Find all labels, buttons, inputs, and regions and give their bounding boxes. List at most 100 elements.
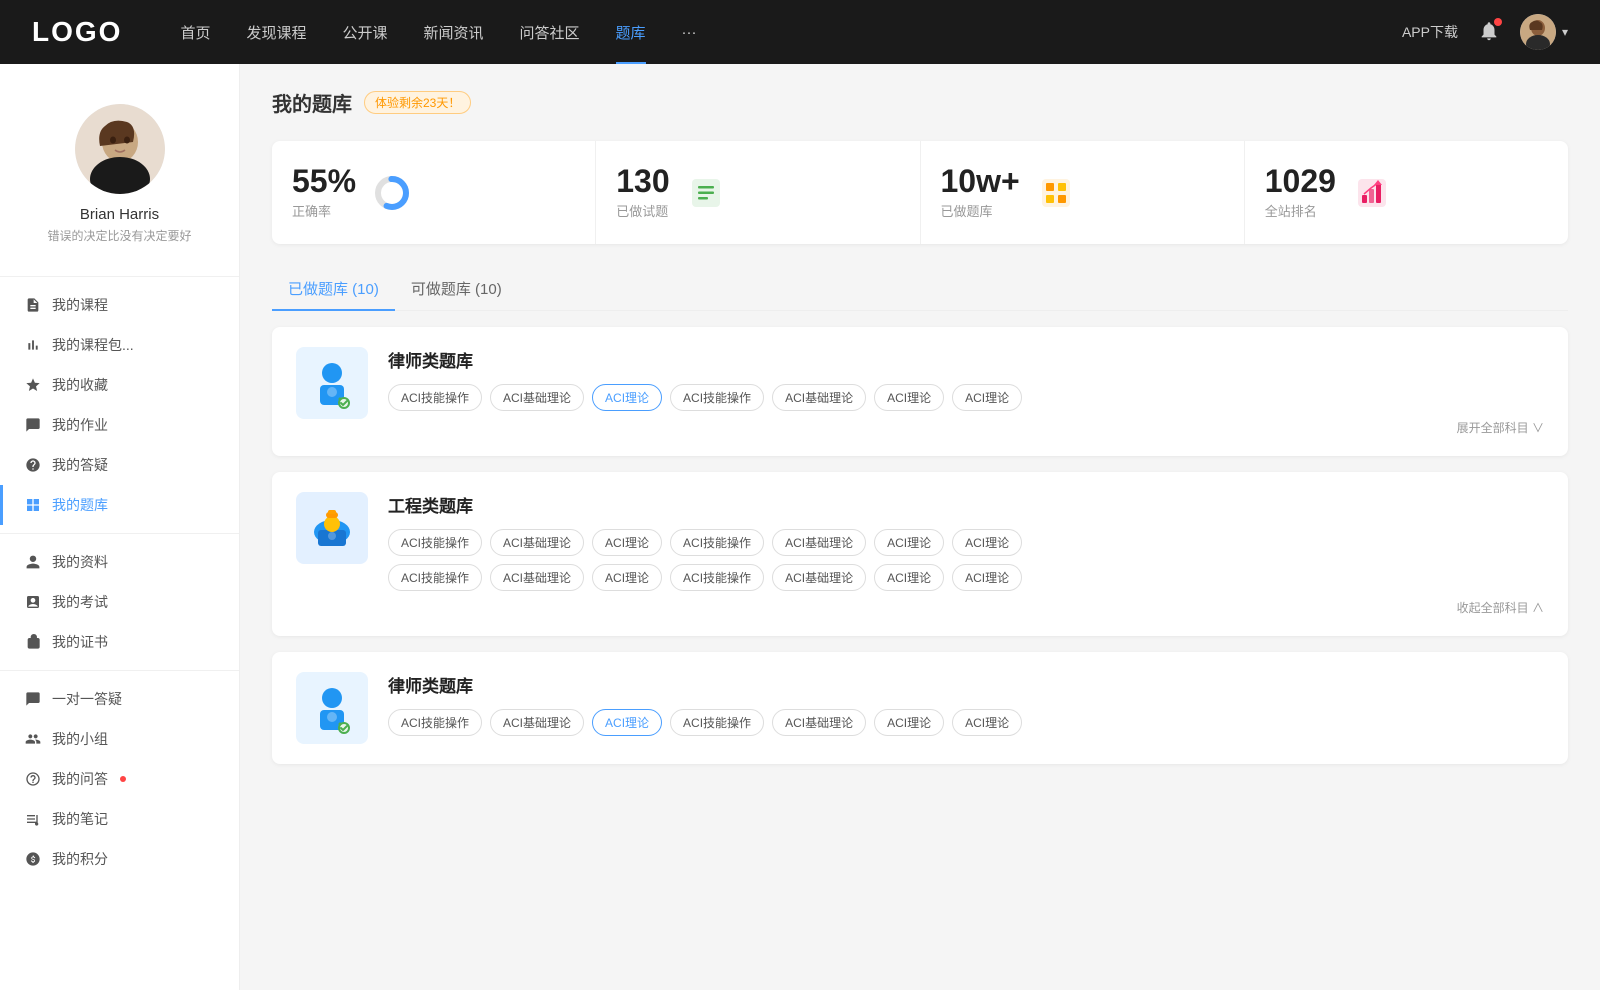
- tab-done-banks[interactable]: 已做题库 (10): [272, 268, 395, 311]
- tag-item-active[interactable]: ACI理论: [592, 384, 662, 411]
- tag-item[interactable]: ACI基础理论: [490, 384, 584, 411]
- sidebar-label: 我的小组: [52, 729, 108, 749]
- chat-icon: [24, 690, 42, 708]
- tag-item[interactable]: ACI基础理论: [772, 529, 866, 556]
- chevron-down-icon: ▾: [1562, 25, 1568, 39]
- sidebar-item-question-bank[interactable]: 我的题库: [0, 485, 239, 525]
- tags-row-1: ACI技能操作 ACI基础理论 ACI理论 ACI技能操作 ACI基础理论 AC…: [388, 384, 1544, 411]
- main-content: 我的题库 体验剩余23天！ 55% 正确率: [240, 64, 1600, 990]
- logo[interactable]: LOGO: [32, 16, 122, 48]
- expand-link[interactable]: 展开全部科目 ∨: [388, 419, 1544, 436]
- sidebar-item-my-course[interactable]: 我的课程: [0, 285, 239, 325]
- stat-value: 1029: [1265, 165, 1336, 197]
- nav-more[interactable]: ···: [664, 0, 715, 64]
- tag-item[interactable]: ACI理论: [952, 564, 1022, 591]
- sidebar-label: 我的题库: [52, 495, 108, 515]
- notification-dot: [1494, 18, 1502, 26]
- sidebar-label: 我的考试: [52, 592, 108, 612]
- profile-section: Brian Harris 错误的决定比没有决定要好: [0, 88, 239, 268]
- sidebar-item-profile[interactable]: 我的资料: [0, 542, 239, 582]
- tag-item[interactable]: ACI基础理论: [772, 709, 866, 736]
- stats-row: 55% 正确率 130 已做试题: [272, 141, 1568, 244]
- nav-news[interactable]: 新闻资讯: [406, 0, 502, 64]
- tag-item[interactable]: ACI技能操作: [388, 529, 482, 556]
- bank-name: 工程类题库: [388, 492, 1544, 517]
- sidebar-item-notes[interactable]: 我的笔记: [0, 799, 239, 839]
- stat-value: 130: [616, 165, 669, 197]
- profile-motto: 错误的决定比没有决定要好: [47, 227, 191, 244]
- note-icon: [24, 810, 42, 828]
- grid-stat-icon: [1036, 173, 1076, 213]
- tag-item[interactable]: ACI理论: [592, 564, 662, 591]
- sidebar-label: 我的课程: [52, 295, 108, 315]
- sidebar-item-qa[interactable]: 我的答疑: [0, 445, 239, 485]
- stat-value: 10w+: [941, 165, 1020, 197]
- profile-name: Brian Harris: [80, 206, 159, 223]
- tag-item[interactable]: ACI基础理论: [772, 384, 866, 411]
- tabs-bar: 已做题库 (10) 可做题库 (10): [272, 268, 1568, 311]
- sidebar-label: 我的问答: [52, 769, 108, 789]
- tag-item[interactable]: ACI技能操作: [670, 529, 764, 556]
- tags-row-2: ACI技能操作 ACI基础理论 ACI理论 ACI技能操作 ACI基础理论 AC…: [388, 529, 1544, 556]
- tag-item[interactable]: ACI基础理论: [490, 564, 584, 591]
- user-avatar-menu[interactable]: ▾: [1520, 14, 1568, 50]
- homework-icon: [24, 416, 42, 434]
- sidebar-item-points[interactable]: 我的积分: [0, 839, 239, 879]
- nav-qa[interactable]: 问答社区: [502, 0, 598, 64]
- tag-item[interactable]: ACI技能操作: [388, 564, 482, 591]
- tag-item[interactable]: ACI基础理论: [490, 529, 584, 556]
- donut-chart-icon: [372, 173, 412, 213]
- tag-item[interactable]: ACI技能操作: [670, 384, 764, 411]
- tag-item[interactable]: ACI基础理论: [490, 709, 584, 736]
- bar-chart-icon: [24, 336, 42, 354]
- bank-card-lawyer-1: 律师类题库 ACI技能操作 ACI基础理论 ACI理论 ACI技能操作 ACI基…: [272, 327, 1568, 456]
- tag-item[interactable]: ACI理论: [592, 529, 662, 556]
- collapse-link[interactable]: 收起全部科目 ∧: [388, 599, 1544, 616]
- nav-question-bank[interactable]: 题库: [598, 0, 664, 64]
- tab-available-banks[interactable]: 可做题库 (10): [395, 268, 518, 311]
- sidebar-divider-1: [0, 276, 239, 277]
- sidebar-label: 我的课程包...: [52, 335, 134, 355]
- avatar: [1520, 14, 1556, 50]
- sidebar-item-homework[interactable]: 我的作业: [0, 405, 239, 445]
- tag-item[interactable]: ACI理论: [874, 564, 944, 591]
- tag-item[interactable]: ACI理论: [874, 384, 944, 411]
- nav-menu: 首页 发现课程 公开课 新闻资讯 问答社区 题库 ···: [162, 0, 1402, 64]
- tag-item[interactable]: ACI理论: [952, 384, 1022, 411]
- exam-icon: [24, 593, 42, 611]
- sidebar-item-collection[interactable]: 我的收藏: [0, 365, 239, 405]
- nav-open-course[interactable]: 公开课: [324, 0, 405, 64]
- app-download-link[interactable]: APP下载: [1402, 22, 1458, 42]
- tag-item[interactable]: ACI技能操作: [670, 709, 764, 736]
- stat-correct-rate: 55% 正确率: [272, 141, 596, 244]
- stat-label: 已做试题: [616, 201, 669, 220]
- bank-name: 律师类题库: [388, 672, 1544, 697]
- sidebar-item-certificate[interactable]: 我的证书: [0, 622, 239, 662]
- tag-item[interactable]: ACI基础理论: [772, 564, 866, 591]
- tag-item[interactable]: ACI技能操作: [388, 709, 482, 736]
- sidebar-label: 我的证书: [52, 632, 108, 652]
- sidebar-item-group[interactable]: 我的小组: [0, 719, 239, 759]
- notification-bell[interactable]: [1478, 20, 1500, 45]
- tag-item[interactable]: ACI技能操作: [388, 384, 482, 411]
- tag-item-active[interactable]: ACI理论: [592, 709, 662, 736]
- navbar-right: APP下载 ▾: [1402, 14, 1568, 50]
- sidebar-item-course-package[interactable]: 我的课程包...: [0, 325, 239, 365]
- sidebar-item-my-qa[interactable]: 我的问答: [0, 759, 239, 799]
- star-icon: [24, 376, 42, 394]
- profile-avatar: [75, 104, 165, 194]
- nav-home[interactable]: 首页: [162, 0, 228, 64]
- qa-icon: [24, 770, 42, 788]
- sidebar-divider-2: [0, 533, 239, 534]
- tag-item[interactable]: ACI理论: [874, 529, 944, 556]
- tag-item[interactable]: ACI技能操作: [670, 564, 764, 591]
- nav-discover[interactable]: 发现课程: [228, 0, 324, 64]
- tag-item[interactable]: ACI理论: [874, 709, 944, 736]
- sidebar-label: 我的积分: [52, 849, 108, 869]
- bank-icon-engineer: [296, 492, 368, 564]
- tag-item[interactable]: ACI理论: [952, 529, 1022, 556]
- sidebar-item-tutoring[interactable]: 一对一答疑: [0, 679, 239, 719]
- tag-item[interactable]: ACI理论: [952, 709, 1022, 736]
- sidebar-item-exam[interactable]: 我的考试: [0, 582, 239, 622]
- question-icon: [24, 456, 42, 474]
